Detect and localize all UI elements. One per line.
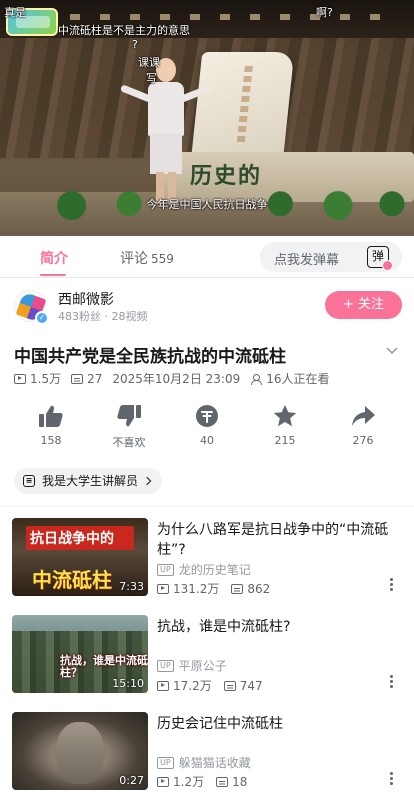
- danmaku-comment: 中流砥柱是不是主力的意思: [58, 24, 190, 37]
- play-count-icon: [14, 373, 26, 384]
- chevron-down-icon[interactable]: [386, 344, 398, 356]
- up-badge: UP: [157, 756, 174, 769]
- video-duration: 7:33: [119, 580, 144, 593]
- tab-active-indicator: [40, 274, 66, 276]
- play-count-icon: [157, 583, 169, 594]
- more-options-icon[interactable]: [390, 578, 394, 592]
- share-count: 276: [352, 434, 374, 447]
- video-thumbnail[interactable]: 抗日战争中的 中流砥柱 7:33: [12, 518, 148, 596]
- danmaku-count: 862: [247, 581, 271, 596]
- recommended-author[interactable]: UP 龙的历史笔记: [157, 561, 251, 578]
- danmaku-comment: 真是: [4, 6, 26, 19]
- more-options-icon[interactable]: [390, 675, 394, 689]
- like-count: 158: [40, 434, 62, 447]
- thumbnail-title-text: 中流砥柱: [32, 568, 112, 592]
- share-arrow-icon: [352, 406, 375, 426]
- danmaku-count-icon: [231, 583, 244, 594]
- danmaku-count-icon: [216, 776, 229, 787]
- publish-date: 2025年10月2日 23:09: [112, 372, 241, 386]
- watching-count: 16人正在看: [266, 372, 330, 386]
- thumbnail-banner-text: 抗日战争中的: [30, 531, 114, 547]
- favorite-count: 215: [274, 434, 296, 447]
- thumbnail-title-text: 抗战，谁是中流砥柱？: [60, 654, 148, 679]
- video-subtitle: 今年是中国人民抗日战争: [146, 198, 268, 211]
- tab-comments-label: 评论: [120, 251, 148, 267]
- recommended-video[interactable]: 抗日战争中的 中流砥柱 7:33 为什么八路军是抗日战争中的“中流砥柱”? UP…: [0, 518, 414, 600]
- video-meta: 1.5万 27 2025年10月2日 23:09 16人正在看: [14, 370, 340, 387]
- tab-intro-label: 简介: [40, 251, 68, 267]
- danmaku-count-icon: [223, 680, 236, 691]
- danmaku-count-icon: [71, 373, 84, 384]
- view-count: 1.2万: [173, 775, 205, 789]
- view-count: 131.2万: [173, 582, 220, 596]
- recommended-stats: 1.2万 18: [157, 773, 259, 790]
- play-count-icon: [157, 680, 169, 691]
- follow-button[interactable]: + 关注: [325, 291, 402, 319]
- recommended-stats: 131.2万 862: [157, 580, 282, 597]
- tab-intro[interactable]: 简介: [40, 248, 68, 268]
- divider: [0, 506, 414, 507]
- coin-icon: [196, 405, 218, 427]
- video-thumbnail[interactable]: 0:27: [12, 712, 148, 790]
- dislike-label: 不喜欢: [112, 436, 146, 449]
- star-icon: [273, 405, 297, 427]
- chevron-right-icon: [142, 476, 152, 486]
- play-count-icon: [157, 776, 169, 787]
- collection-chip-label: 我是大学生讲解员: [42, 474, 139, 488]
- recommended-video[interactable]: 抗战，谁是中流砥柱？ 15:10 抗战，谁是中流砥柱? UP 平原公子 17.2…: [0, 615, 414, 697]
- recommended-stats: 17.2万 747: [157, 677, 275, 694]
- thumbnail-portrait: [56, 722, 104, 784]
- uploader-name[interactable]: 西邮微影: [58, 289, 114, 309]
- recommended-video[interactable]: 0:27 历史会记住中流砥柱 UP 躲猫猫话收藏 1.2万 18: [0, 712, 414, 794]
- collection-chip[interactable]: ≡ 我是大学生讲解员: [14, 468, 163, 494]
- danmaku-comment: 课课: [138, 56, 160, 69]
- uploader-stats: 483粉丝 · 28视频: [58, 310, 148, 323]
- video-duration: 0:27: [119, 774, 144, 787]
- tab-comments[interactable]: 评论 559: [120, 248, 174, 268]
- danmaku-input[interactable]: 点我发弹幕 弹: [260, 242, 402, 272]
- danmaku-comment: 啊?: [316, 6, 333, 19]
- collection-icon: ≡: [23, 475, 35, 487]
- video-duration: 15:10: [112, 677, 144, 690]
- danmaku-count: 18: [232, 774, 248, 789]
- recommended-title[interactable]: 抗战，谁是中流砥柱?: [157, 617, 402, 637]
- action-row: 158 不喜欢 40 215 276: [0, 404, 414, 454]
- verified-icon: ✓: [35, 311, 49, 325]
- danmaku-count: 747: [239, 678, 263, 693]
- author-name: 平原公子: [178, 659, 227, 673]
- more-options-icon[interactable]: [390, 772, 394, 786]
- uploader-avatar[interactable]: ✓: [14, 290, 49, 325]
- danmaku-count: 27: [87, 371, 103, 386]
- viewers-icon: [250, 373, 263, 385]
- view-count: 1.5万: [30, 372, 62, 386]
- thumbs-down-icon: [117, 405, 141, 427]
- danmaku-comment: ?: [132, 38, 138, 51]
- recommended-author[interactable]: UP 躲猫猫话收藏: [157, 754, 251, 771]
- comment-count: 559: [151, 252, 174, 266]
- view-count: 17.2万: [173, 679, 212, 693]
- coin-count: 40: [200, 434, 214, 447]
- video-player[interactable]: 历史的 真是 啊? 中流砥柱是不是主力的意思 ? 课课 写 今年是中国人民抗日战…: [0, 0, 414, 236]
- up-badge: UP: [157, 563, 174, 576]
- share-button[interactable]: 276: [331, 404, 395, 447]
- video-thumbnail[interactable]: 抗战，谁是中流砥柱？ 15:10: [12, 615, 148, 693]
- recommended-author[interactable]: UP 平原公子: [157, 657, 227, 674]
- favorite-button[interactable]: 215: [253, 404, 317, 447]
- recommended-title[interactable]: 为什么八路军是抗日战争中的“中流砥柱”?: [157, 520, 402, 560]
- author-name: 躲猫猫话收藏: [178, 756, 251, 770]
- up-badge: UP: [157, 659, 174, 672]
- danmaku-toggle-button[interactable]: 弹: [364, 243, 394, 271]
- danmaku-comment: 写: [146, 72, 157, 85]
- danmaku-input-placeholder: 点我发弹幕: [274, 253, 340, 268]
- video-title: 中国共产党是全民族抗战的中流砥柱: [14, 347, 286, 367]
- coin-button[interactable]: 40: [175, 404, 239, 447]
- recommended-title[interactable]: 历史会记住中流砥柱: [157, 714, 402, 734]
- danmaku-on-indicator: [382, 260, 393, 271]
- thumbs-up-icon: [39, 405, 63, 427]
- author-name: 龙的历史笔记: [178, 563, 251, 577]
- dislike-button[interactable]: 不喜欢: [97, 404, 161, 450]
- like-button[interactable]: 158: [19, 404, 83, 447]
